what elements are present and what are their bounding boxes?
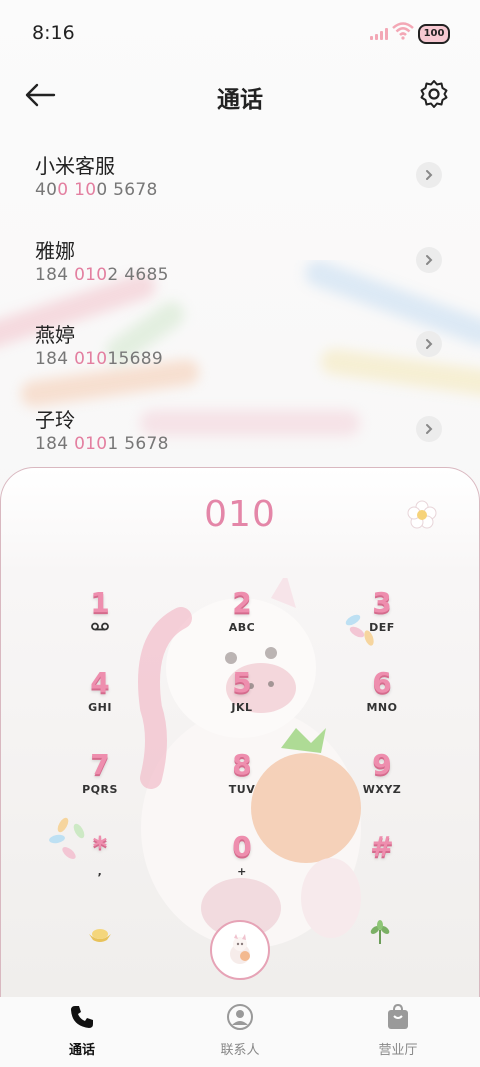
nav-tab-calls[interactable]: 通话: [32, 1003, 132, 1058]
wifi-icon: [392, 22, 414, 40]
contact-number: 184 0102 4685: [35, 264, 169, 285]
leaf-sprig-icon: [370, 920, 390, 944]
dial-key-4[interactable]: 4 GHI: [50, 666, 150, 730]
contact-item[interactable]: 小米客服 400 100 5678: [0, 140, 480, 225]
contact-name: 雅娜: [35, 238, 75, 263]
dial-key-8[interactable]: 8 TUV: [192, 748, 292, 812]
contact-item[interactable]: 子玲 184 0101 5678: [0, 394, 480, 479]
dial-key-9[interactable]: 9 WXYZ: [332, 748, 432, 812]
chevron-right-icon[interactable]: [416, 162, 442, 188]
contact-item[interactable]: 雅娜 184 0102 4685: [0, 225, 480, 310]
phone-icon: [71, 1006, 93, 1028]
contact-name: 子玲: [35, 407, 75, 432]
contact-suggestion-list: 小米客服 400 100 5678 雅娜 184 0102 4685 燕婷 18…: [0, 140, 480, 478]
bottom-navigation: 通话 联系人 营业厅: [0, 997, 480, 1067]
status-bar: 8:16 100: [0, 0, 480, 68]
signal-icon: [370, 28, 388, 40]
nav-tab-service-hall[interactable]: 营业厅: [348, 1003, 448, 1058]
contact-name: 小米客服: [35, 154, 115, 178]
chevron-right-icon[interactable]: [416, 331, 442, 357]
battery-indicator: 100: [418, 24, 450, 44]
dial-key-1[interactable]: 1: [50, 586, 150, 650]
dial-key-5[interactable]: 5 JKL: [192, 666, 292, 730]
nav-tab-contacts[interactable]: 联系人: [190, 1003, 290, 1058]
dial-key-6[interactable]: 6 MNO: [332, 666, 432, 730]
settings-gear-icon[interactable]: [418, 78, 450, 110]
dial-key-hash[interactable]: #: [332, 830, 432, 894]
pastel-flower-icon: [49, 817, 85, 859]
contact-number: 400 100 5678: [35, 180, 158, 200]
contact-number: 184 01015689: [35, 349, 164, 369]
voicemail-icon: [50, 621, 150, 634]
shopping-bag-icon: [388, 1003, 408, 1029]
person-icon: [227, 1004, 253, 1030]
dialpad-panel: 010 1 2 ABC 3 DEF 4 GHI 5 JKL 6 MNO 7 PQRS 8 TU…: [0, 467, 480, 997]
pastel-flower-icon: [345, 614, 374, 646]
chevron-right-icon[interactable]: [416, 415, 442, 442]
header: 通话: [0, 68, 480, 124]
call-button[interactable]: [210, 920, 270, 980]
page-title: 通话: [217, 87, 263, 113]
contact-item[interactable]: 燕婷 184 01015689: [0, 309, 480, 394]
dial-key-2[interactable]: 2 ABC: [192, 586, 292, 650]
dial-key-7[interactable]: 7 PQRS: [50, 748, 150, 812]
contact-number: 184 0101 5678: [35, 433, 169, 454]
status-time: 8:16: [32, 22, 75, 44]
mascot-call-icon: [230, 934, 250, 964]
flower-icon[interactable]: [407, 500, 437, 530]
gold-ingot-icon: [89, 929, 111, 942]
dial-key-0[interactable]: 0 +: [192, 830, 292, 894]
chevron-right-icon[interactable]: [416, 246, 442, 273]
contact-name: 燕婷: [35, 323, 75, 347]
